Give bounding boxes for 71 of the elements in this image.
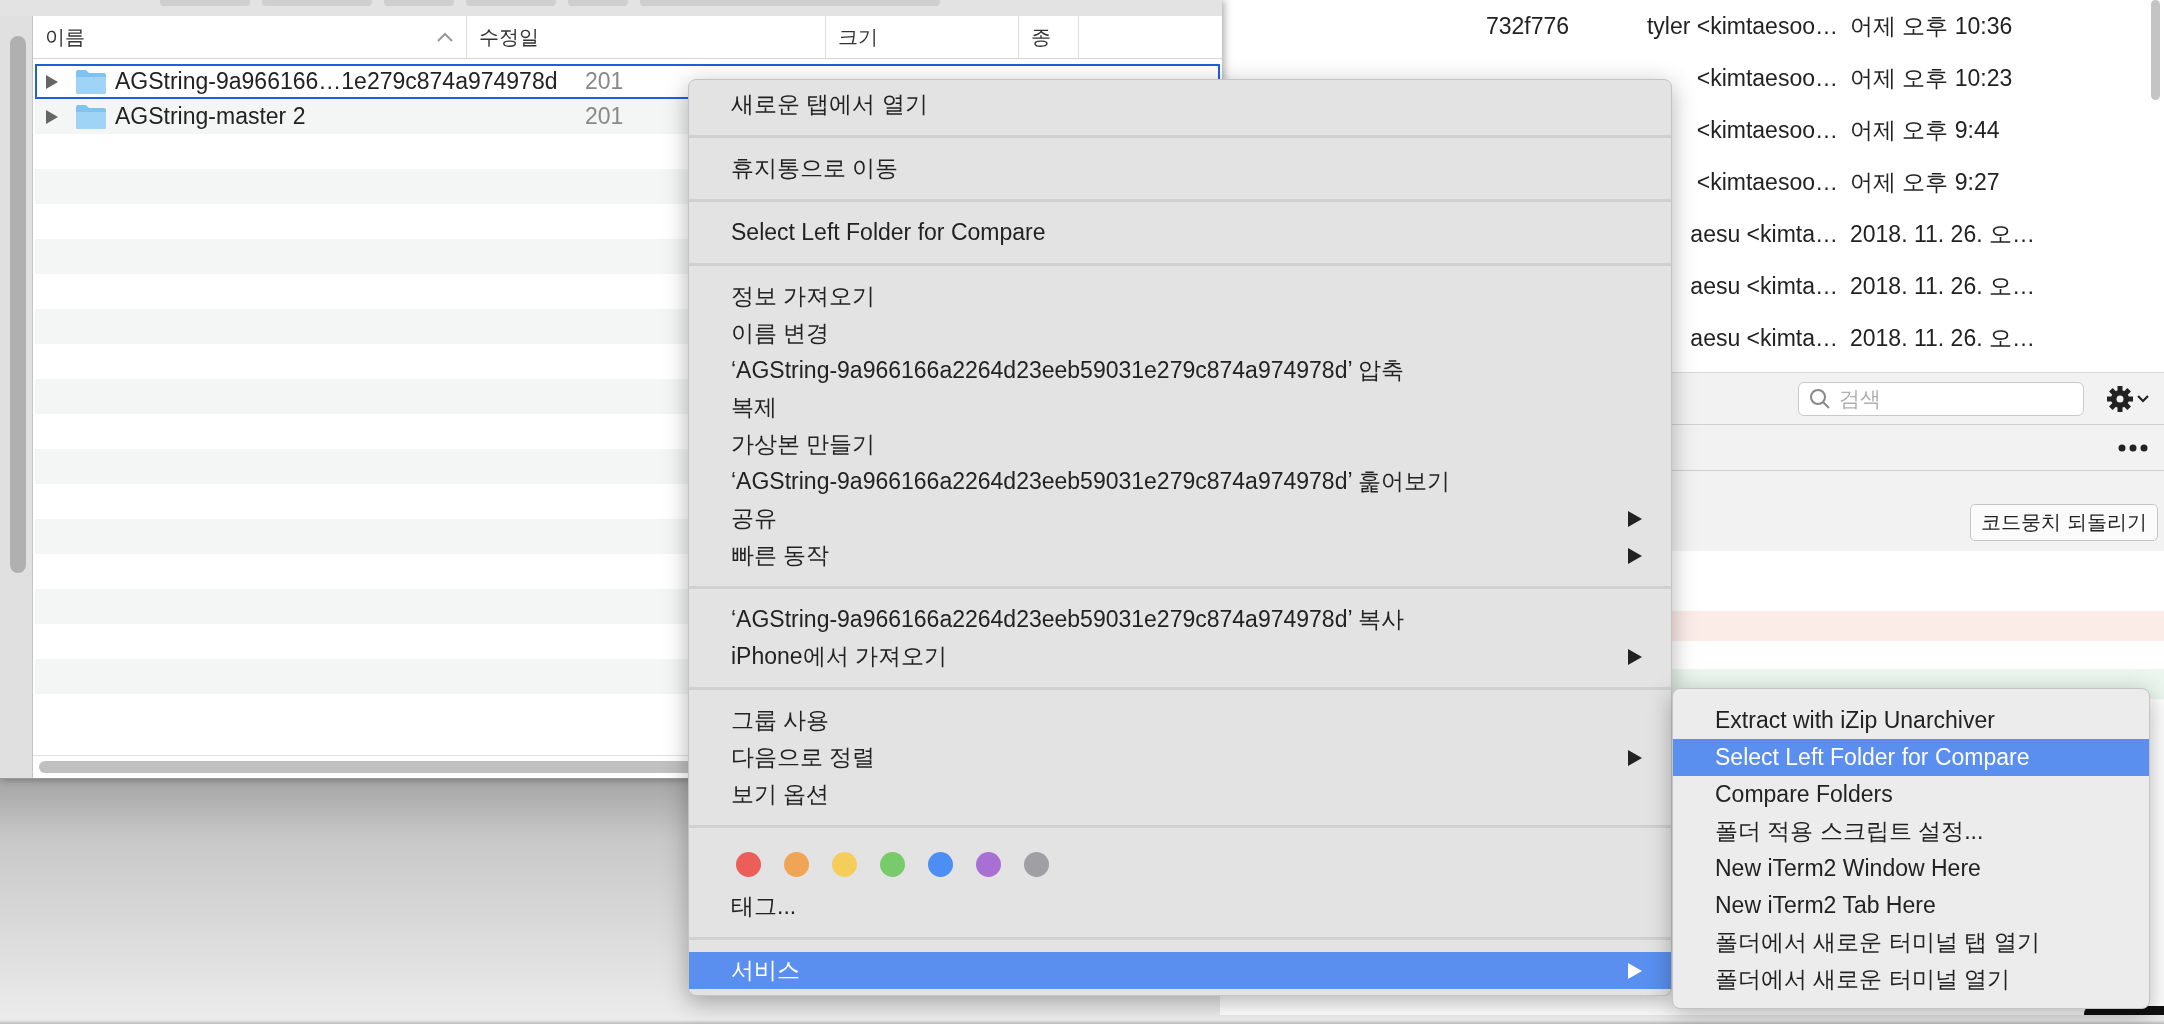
tag-dot[interactable] — [976, 851, 1001, 877]
column-title: 크기 — [838, 24, 878, 50]
menu-item[interactable]: 공유 — [689, 500, 1671, 537]
settings-button[interactable] — [2106, 384, 2150, 413]
scrollbar[interactable] — [10, 36, 26, 573]
commit-author: <kimtaesoo… — [1695, 116, 1838, 144]
search-input[interactable]: 검색 — [1837, 385, 2071, 412]
column-header[interactable]: 종 — [1019, 16, 1079, 58]
menu-item[interactable]: 정보 가져오기 — [689, 278, 1671, 315]
menu-item[interactable]: Compare Folders — [1673, 776, 2149, 813]
more-icon[interactable] — [2118, 443, 2148, 452]
file-name: AGString-master 2 — [115, 103, 307, 130]
tag-dot[interactable] — [784, 851, 809, 877]
commit-author: <kimtaesoo… — [1695, 168, 1838, 196]
modified-date: 201 — [585, 103, 624, 130]
settings-icon — [2106, 384, 2134, 413]
commit-date: 2018. 11. 26. 오… — [1850, 323, 2035, 353]
commit-author: aesu <kimta… — [1689, 272, 1838, 300]
menu-item[interactable]: New iTerm2 Tab Here — [1673, 887, 2149, 924]
tag-dot[interactable] — [880, 851, 905, 877]
search-icon — [1809, 387, 1831, 410]
column-header[interactable]: 수정일 — [467, 16, 826, 58]
menu-item[interactable]: ‘AGString-9a966166a2264d23eeb59031e279c874a974978d’ 압축 — [689, 352, 1671, 389]
commit-date: 어제 오후 10:23 — [1850, 63, 2013, 93]
file-name: AGString-9a966166…1e279c874a974978d — [115, 68, 559, 95]
menu-item[interactable]: 휴지통으로 이동 — [689, 150, 1671, 187]
tag-dot[interactable] — [736, 851, 761, 877]
menu-item[interactable]: Select Left Folder for Compare — [689, 214, 1671, 251]
menu-item[interactable]: 태그... — [689, 888, 1671, 925]
column-title: 종 — [1031, 24, 1051, 50]
commit-date: 2018. 11. 26. 오… — [1850, 219, 2035, 249]
menu-item[interactable]: ‘AGString-9a966166a2264d23eeb59031e279c874a974978d’ 복사 — [689, 601, 1671, 638]
menu-item[interactable]: 폴더에서 새로운 터미널 탭 열기 — [1673, 924, 2149, 961]
disclosure-triangle-icon[interactable] — [45, 108, 59, 125]
column-title: 이름 — [45, 24, 85, 50]
menu-item[interactable]: 빠른 동작 — [689, 537, 1671, 574]
disclosure-triangle-icon[interactable] — [45, 73, 59, 90]
menu-item[interactable]: 복제 — [689, 389, 1671, 426]
column-header[interactable]: 크기 — [826, 16, 1019, 58]
commit-date: 어제 오후 10:36 — [1850, 11, 2013, 41]
menu-item[interactable]: 그룹 사용 — [689, 702, 1671, 739]
commit-author: aesu <kimta… — [1689, 220, 1838, 248]
column-header[interactable]: 이름 — [33, 16, 467, 58]
commit-hash: 732f776 — [1486, 12, 1571, 40]
tag-dot[interactable] — [928, 851, 953, 877]
commit-author: aesu <kimta… — [1689, 324, 1838, 352]
column-title: 수정일 — [479, 24, 539, 50]
commit-date: 어제 오후 9:27 — [1850, 167, 2000, 197]
folder-icon — [75, 68, 107, 95]
commit-author: tyler <kimtaesoo… — [1645, 12, 1838, 40]
commit-date: 어제 오후 9:44 — [1850, 115, 2000, 145]
menu-item[interactable]: 다음으로 정렬 — [689, 739, 1671, 776]
menu-item[interactable]: 폴더 적용 스크립트 설정... — [1673, 813, 2149, 850]
commit-date: 2018. 11. 26. 오… — [1850, 271, 2035, 301]
modified-date: 201 — [585, 68, 624, 95]
menu-item[interactable]: New iTerm2 Window Here — [1673, 850, 2149, 887]
folder-icon — [75, 103, 107, 130]
menu-item[interactable]: 이름 변경 — [689, 315, 1671, 352]
chevron-down-icon — [2136, 393, 2150, 404]
revert-button[interactable]: 코드뭉치 되돌리기 — [1970, 504, 2158, 541]
menu-item[interactable]: iPhone에서 가져오기 — [689, 638, 1671, 675]
menu-item[interactable]: Extract with iZip Unarchiver — [1673, 702, 2149, 739]
menu-item[interactable]: 폴더에서 새로운 터미널 열기 — [1673, 961, 2149, 998]
tag-dot[interactable] — [832, 851, 857, 877]
commit-author: <kimtaesoo… — [1695, 64, 1838, 92]
search-field[interactable]: 검색 — [1798, 381, 2084, 416]
tag-dot[interactable] — [1024, 851, 1049, 877]
menu-item[interactable]: 보기 옵션 — [689, 776, 1671, 813]
menu-item[interactable]: 가상본 만들기 — [689, 426, 1671, 463]
menu-item[interactable]: ‘AGString-9a966166a2264d23eeb59031e279c874a974978d’ 훑어보기 — [689, 463, 1671, 500]
scrollbar[interactable] — [2151, 0, 2160, 100]
